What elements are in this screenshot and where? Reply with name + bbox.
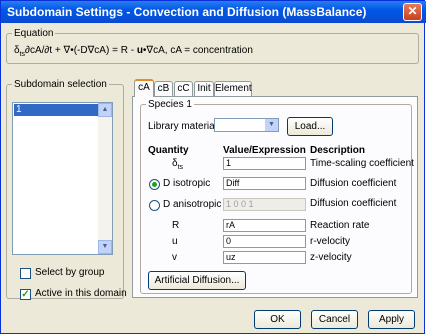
- diffusion-isotropic-input[interactable]: Diff: [223, 177, 306, 190]
- quantity-delta-ts: δts: [172, 158, 184, 171]
- close-icon[interactable]: ✕: [403, 3, 422, 21]
- subdomain-listbox[interactable]: 1 ▲ ▼: [12, 102, 113, 255]
- dialog-window: Subdomain Settings - Convection and Diff…: [0, 0, 426, 334]
- reaction-rate-description: Reaction rate: [310, 220, 370, 231]
- scroll-up-icon[interactable]: ▲: [98, 103, 112, 117]
- tab-init[interactable]: Init: [194, 81, 214, 96]
- quantity-v: v: [172, 252, 177, 263]
- tab-ca[interactable]: cA: [134, 79, 154, 97]
- quantity-u: u: [172, 236, 178, 247]
- diffusion-isotropic-description: Diffusion coefficient: [310, 178, 397, 189]
- list-item[interactable]: 1: [14, 104, 99, 116]
- chevron-down-icon[interactable]: ▼: [265, 119, 278, 131]
- d-anisotropic-label: D anisotropic: [163, 199, 222, 210]
- library-material-label: Library material:: [148, 121, 220, 132]
- value-header: Value/Expression: [223, 145, 306, 156]
- species-legend: Species 1: [148, 99, 192, 110]
- vertical-scrollbar[interactable]: ▲ ▼: [98, 103, 112, 254]
- description-header: Description: [310, 145, 366, 156]
- active-in-domain-label: Active in this domain: [35, 288, 127, 299]
- select-by-group-checkbox[interactable]: [20, 268, 31, 279]
- d-isotropic-label: D isotropic: [163, 178, 211, 189]
- time-scaling-input[interactable]: 1: [223, 157, 306, 170]
- z-velocity-description: z-velocity: [310, 252, 352, 263]
- diffusion-anisotropic-input[interactable]: 1 0 0 1: [223, 198, 306, 211]
- load-button[interactable]: Load...: [287, 117, 333, 136]
- subdomain-selection-legend: Subdomain selection: [14, 79, 107, 90]
- reaction-rate-input[interactable]: rA: [223, 219, 306, 232]
- tab-cb[interactable]: cB: [154, 81, 173, 96]
- time-scaling-description: Time-scaling coefficient: [310, 158, 414, 169]
- cancel-button[interactable]: Cancel: [311, 310, 358, 329]
- artificial-diffusion-button[interactable]: Artificial Diffusion...: [148, 271, 246, 290]
- d-isotropic-radio[interactable]: [149, 179, 160, 190]
- equation-legend: Equation: [14, 28, 54, 39]
- title-bar[interactable]: Subdomain Settings - Convection and Diff…: [1, 1, 426, 23]
- library-material-select[interactable]: ▼: [214, 118, 279, 132]
- select-by-group-label: Select by group: [35, 267, 105, 278]
- scroll-down-icon[interactable]: ▼: [98, 240, 112, 254]
- quantity-header: Quantity: [148, 145, 189, 156]
- subdomain-selection-group: Subdomain selection 1 ▲ ▼ Select by grou…: [6, 79, 127, 300]
- radio-selected-dot: [152, 182, 157, 187]
- r-velocity-description: r-velocity: [310, 236, 351, 247]
- equation-text: δts∂cA/∂t + ∇•(-D∇cA) = R - u•∇cA, cA = …: [14, 45, 253, 58]
- apply-button[interactable]: Apply: [368, 310, 415, 329]
- d-anisotropic-radio[interactable]: [149, 200, 160, 211]
- active-in-domain-checkbox[interactable]: ✓: [20, 289, 31, 300]
- tab-element[interactable]: Element: [214, 81, 252, 96]
- window-title: Subdomain Settings - Convection and Diff…: [7, 5, 367, 19]
- diffusion-anisotropic-description: Diffusion coefficient: [310, 198, 397, 209]
- quantity-r: R: [172, 220, 180, 231]
- z-velocity-input[interactable]: uz: [223, 251, 306, 264]
- r-velocity-input[interactable]: 0: [223, 235, 306, 248]
- tab-cc[interactable]: cC: [174, 81, 193, 96]
- ok-button[interactable]: OK: [254, 310, 301, 329]
